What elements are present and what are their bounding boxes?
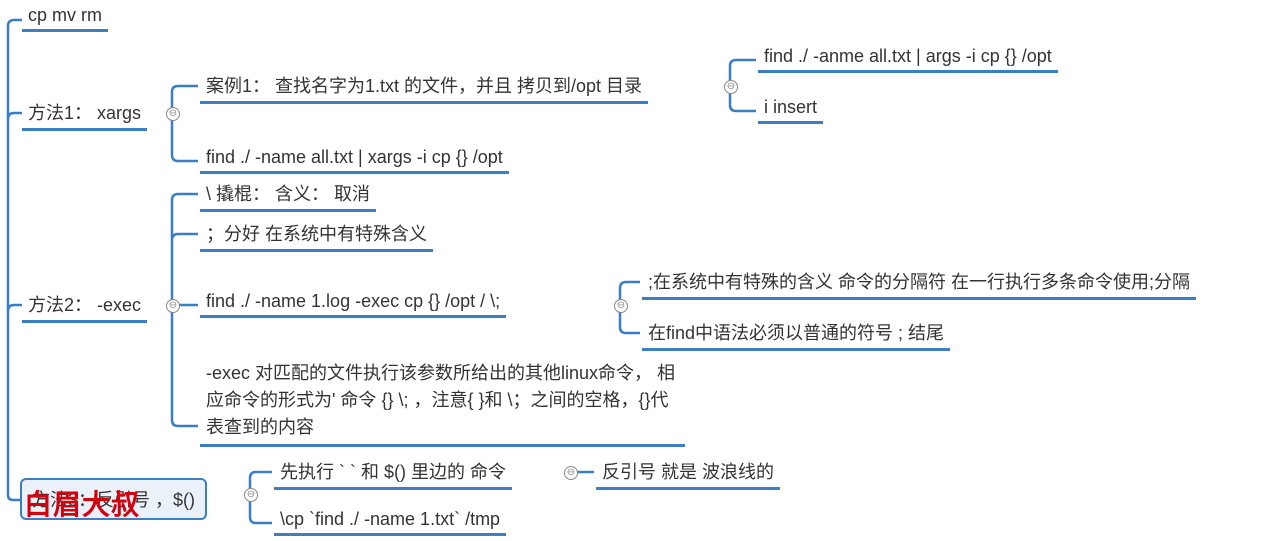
node-m1-case1[interactable]: 案例1： 查找名字为1.txt 的文件，并且 拷贝到/opt 目录 (200, 70, 648, 104)
node-m2-find-exec[interactable]: find ./ -name 1.log -exec cp {} /opt / \… (200, 289, 506, 318)
toggle-icon[interactable]: ⊖ (166, 107, 180, 121)
toggle-icon[interactable]: ⊖ (166, 299, 180, 313)
node-m2-semicolon[interactable]: ；分好 在系统中有特殊含义 (200, 218, 433, 252)
toggle-icon[interactable]: ⊖ (614, 299, 628, 313)
node-m2-backslash[interactable]: \ 撬棍： 含义： 取消 (200, 178, 376, 212)
toggle-icon[interactable]: ⊖ (244, 488, 258, 502)
node-text: -exec 对匹配的文件执行该参数所给出的其他linux命令， 相应命令的形式为… (206, 363, 675, 437)
toggle-icon[interactable]: ⊖ (564, 466, 578, 480)
node-text: \cp `find ./ -name 1.txt` /tmp (280, 509, 500, 529)
node-text: 方法3：反引号 ，$() (32, 490, 195, 510)
node-text: find ./ -anme all.txt | args -i cp {} /o… (764, 46, 1052, 66)
node-method3-backtick[interactable]: 方法3：反引号 ，$() (20, 478, 207, 520)
node-text: find ./ -name 1.log -exec cp {} /opt / \… (206, 291, 500, 311)
node-cp-mv-rm[interactable]: cp mv rm (22, 3, 108, 32)
node-m3-a[interactable]: 先执行 ` ` 和 $() 里边的 命令 (274, 456, 512, 490)
node-text: ;在系统中有特殊的含义 命令的分隔符 在一行执行多条命令使用;分隔 (648, 272, 1190, 292)
node-m1-case1-cmd[interactable]: find ./ -anme all.txt | args -i cp {} /o… (758, 44, 1058, 73)
node-m2-c1[interactable]: ;在系统中有特殊的含义 命令的分隔符 在一行执行多条命令使用;分隔 (642, 266, 1196, 300)
node-method2-exec[interactable]: 方法2： -exec (22, 289, 147, 323)
node-text: ；分好 在系统中有特殊含义 (206, 224, 427, 244)
node-text: 案例1： 查找名字为1.txt 的文件，并且 拷贝到/opt 目录 (206, 76, 642, 96)
node-m3-b[interactable]: \cp `find ./ -name 1.txt` /tmp (274, 507, 506, 536)
node-text: i insert (764, 97, 817, 117)
node-text: cp mv rm (28, 5, 102, 25)
node-text: 在find中语法必须以普通的符号 ; 结尾 (648, 323, 944, 343)
node-m3-a1[interactable]: 反引号 就是 波浪线的 (596, 456, 780, 490)
toggle-icon[interactable]: ⊖ (724, 80, 738, 94)
node-m2-c2[interactable]: 在find中语法必须以普通的符号 ; 结尾 (642, 317, 950, 351)
node-method1-xargs[interactable]: 方法1： xargs (22, 97, 147, 131)
node-m1-case1-insert[interactable]: i insert (758, 95, 823, 124)
node-text: 先执行 ` ` 和 $() 里边的 命令 (280, 462, 506, 482)
node-text: 方法1： xargs (28, 103, 141, 123)
node-text: 方法2： -exec (28, 295, 141, 315)
node-text: 反引号 就是 波浪线的 (602, 462, 774, 482)
node-m1-cmd2[interactable]: find ./ -name all.txt | xargs -i cp {} /… (200, 145, 509, 174)
node-m2-exec-desc[interactable]: -exec 对匹配的文件执行该参数所给出的其他linux命令， 相应命令的形式为… (200, 358, 685, 447)
node-text: find ./ -name all.txt | xargs -i cp {} /… (206, 147, 503, 167)
node-text: \ 撬棍： 含义： 取消 (206, 184, 370, 204)
